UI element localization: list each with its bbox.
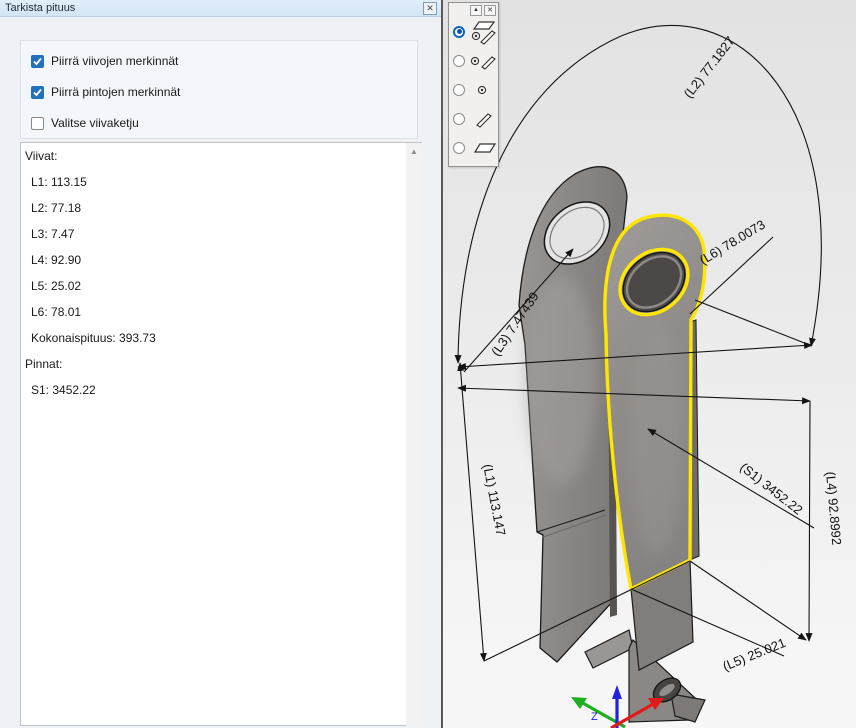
close-icon[interactable]: ✕: [484, 5, 496, 16]
list-item: Pinnat:: [21, 351, 406, 377]
list-item: L4: 92.90: [21, 247, 406, 273]
vertex-icon: [468, 80, 498, 100]
radio-vertex-edge[interactable]: [453, 55, 465, 67]
filter-option-all[interactable]: [449, 17, 498, 46]
filter-option-vertex[interactable]: [449, 75, 498, 104]
results-list[interactable]: Viivat: L1: 113.15 L2: 77.18 L3: 7.47 L4…: [20, 142, 406, 726]
vertex-edge-icon: [468, 51, 498, 71]
list-item: L3: 7.47: [21, 221, 406, 247]
list-item: L5: 25.02: [21, 273, 406, 299]
results-scrollbar[interactable]: ▲: [406, 142, 422, 726]
dialog-title: Tarkista pituus: [5, 2, 75, 14]
check-icon: [32, 87, 43, 98]
checkbox-row-draw-surface-marks[interactable]: Piirrä pintojen merkinnät: [31, 85, 180, 99]
scroll-up-icon[interactable]: ▲: [406, 143, 422, 160]
face-icon: [468, 138, 498, 158]
checkbox-label: Valitse viivaketju: [51, 116, 139, 130]
list-item: L1: 113.15: [21, 169, 406, 195]
face-vertex-edge-icon: [468, 19, 498, 45]
collapse-icon[interactable]: ▲: [470, 5, 482, 16]
filter-option-face[interactable]: [449, 133, 498, 162]
list-item: Kokonaispituus: 393.73: [21, 325, 406, 351]
radio-vertex[interactable]: [453, 84, 465, 96]
checkbox-label: Piirrä pintojen merkinnät: [51, 85, 180, 99]
list-item: Viivat:: [21, 143, 406, 169]
checkbox-row-draw-line-marks[interactable]: Piirrä viivojen merkinnät: [31, 54, 178, 68]
select-chain-checkbox[interactable]: [31, 117, 44, 130]
radio-all[interactable]: [453, 26, 465, 38]
app-window: Tarkista pituus ✕ Piirrä viivojen merkin…: [0, 0, 856, 728]
checkbox-row-select-chain[interactable]: Valitse viivaketju: [31, 116, 139, 130]
model-scene[interactable]: (L2) 77.1827 (L6) 78.0073 (L3) 7.47439 (…: [443, 0, 856, 728]
selection-filter-panel: ▲ ✕: [448, 2, 499, 167]
radio-face[interactable]: [453, 142, 465, 154]
list-item: L6: 78.01: [21, 299, 406, 325]
options-group: Piirrä viivojen merkinnät Piirrä pintoje…: [20, 40, 418, 139]
filter-option-edge[interactable]: [449, 104, 498, 133]
draw-surface-marks-checkbox[interactable]: [31, 86, 44, 99]
dialog-title-bar[interactable]: Tarkista pituus ✕: [0, 0, 443, 17]
draw-line-marks-checkbox[interactable]: [31, 55, 44, 68]
checkbox-label: Piirrä viivojen merkinnät: [51, 54, 178, 68]
list-item: S1: 3452.22: [21, 377, 406, 403]
check-icon: [32, 56, 43, 67]
3d-viewport[interactable]: (L2) 77.1827 (L6) 78.0073 (L3) 7.47439 (…: [441, 0, 856, 728]
close-icon[interactable]: ✕: [423, 2, 437, 15]
radio-edge[interactable]: [453, 113, 465, 125]
edge-icon: [468, 109, 498, 129]
axis-z-label: Z: [591, 711, 598, 723]
filter-panel-header[interactable]: ▲ ✕: [449, 3, 498, 17]
filter-option-vertex-edge[interactable]: [449, 46, 498, 75]
check-length-dialog: Tarkista pituus ✕ Piirrä viivojen merkin…: [0, 0, 443, 728]
list-item: L2: 77.18: [21, 195, 406, 221]
